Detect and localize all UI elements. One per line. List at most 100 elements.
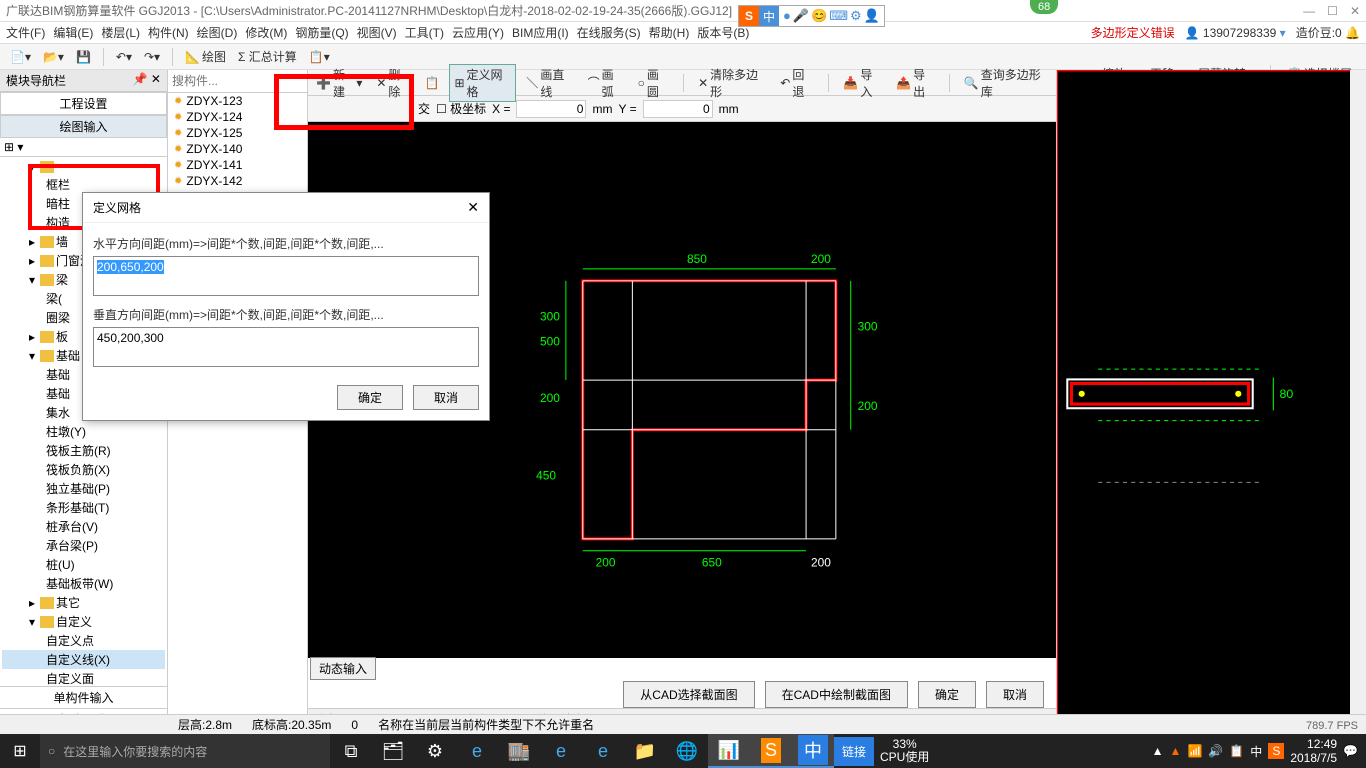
ie-icon[interactable]: e — [582, 734, 624, 768]
import-button[interactable]: 📥 导入 — [839, 65, 886, 101]
ime-indicator[interactable]: 中 — [1250, 743, 1262, 760]
taskbar-search[interactable]: ○ 在这里输入你要搜索的内容 — [40, 734, 330, 768]
menu-file[interactable]: 文件(F) — [6, 24, 45, 41]
menu-bim[interactable]: BIM应用(I) — [512, 24, 569, 41]
ime-icon[interactable]: 😊 — [811, 8, 827, 24]
windows-taskbar: ⊞ ○ 在这里输入你要搜索的内容 ⧉ 🗂 ⚙ e 🏬 e e 📁 🌐 📊 S 中… — [0, 734, 1366, 768]
delete-button[interactable]: ✕ 删除 — [372, 65, 414, 101]
redo-icon[interactable]: ↷▾ — [140, 49, 164, 65]
close-button[interactable]: ✕ — [1350, 4, 1360, 18]
undo-icon[interactable]: ↶▾ — [112, 49, 136, 65]
app-icon[interactable]: 中 — [792, 734, 834, 768]
menu-draw[interactable]: 绘图(D) — [197, 24, 238, 41]
start-button[interactable]: ⊞ — [0, 741, 40, 761]
section-preview-panel[interactable]: 80 — [1056, 70, 1366, 730]
ime-lang[interactable]: 中 — [759, 6, 779, 26]
sum-calc-button[interactable]: Σ 汇总计算 — [234, 47, 301, 66]
explorer-icon[interactable]: 📁 — [624, 734, 666, 768]
new-file-icon[interactable]: 📄▾ — [6, 49, 35, 65]
draw-in-cad-button[interactable]: 在CAD中绘制截面图 — [765, 681, 908, 708]
task-view-icon[interactable]: ⧉ — [330, 734, 372, 768]
maximize-button[interactable]: ☐ — [1327, 4, 1338, 18]
menu-floor[interactable]: 楼层(L) — [101, 24, 140, 41]
tab-single-component[interactable]: 单构件输入 — [0, 686, 167, 708]
ok-button[interactable]: 确定 — [918, 681, 976, 708]
tray-icon[interactable]: 📶 — [1187, 744, 1202, 758]
component-list-item[interactable]: ✹ ZDYX-123 — [168, 93, 307, 109]
app-icon[interactable]: 🗂 — [372, 734, 414, 768]
dialog-cancel-button[interactable]: 取消 — [413, 385, 479, 410]
menu-online[interactable]: 在线服务(S) — [577, 24, 641, 41]
menu-edit[interactable]: 编辑(E) — [53, 24, 93, 41]
ime-icon[interactable]: 👤 — [864, 8, 880, 24]
draw-circle-button[interactable]: ○ 画圆 — [634, 65, 673, 101]
define-grid-button[interactable]: ⊞ 定义网格 — [449, 64, 516, 102]
draw-button[interactable]: 📐 绘图 — [181, 47, 230, 66]
app-icon[interactable]: S — [750, 734, 792, 768]
y-input[interactable] — [643, 100, 713, 118]
draw-arc-button[interactable]: ⌒ 画弧 — [584, 65, 628, 101]
notifications-icon[interactable]: 💬 — [1343, 744, 1358, 758]
cancel-button[interactable]: 取消 — [986, 681, 1044, 708]
polar-checkbox[interactable]: ☐ 极坐标 — [436, 100, 486, 117]
save-icon[interactable]: 💾 — [72, 49, 95, 65]
component-list-item[interactable]: ✹ ZDYX-141 — [168, 157, 307, 173]
component-list-item[interactable]: ✹ ZDYX-142 — [168, 173, 307, 189]
ime-icon[interactable]: ⌨ — [829, 8, 848, 24]
clear-polygon-button[interactable]: ✕ 清除多边形 — [694, 65, 770, 101]
pin-icon[interactable]: 📌 ✕ — [133, 72, 161, 89]
toolbar-more-icon[interactable]: 📋▾ — [305, 49, 334, 65]
app-icon[interactable]: 🌐 — [666, 734, 708, 768]
scrollbar[interactable] — [1350, 70, 1366, 730]
menu-cloud[interactable]: 云应用(Y) — [452, 24, 504, 41]
component-list-item[interactable]: ✹ ZDYX-124 — [168, 109, 307, 125]
edge-icon[interactable]: e — [540, 734, 582, 768]
dynamic-input-button[interactable]: 动态输入 — [310, 657, 376, 680]
ime-icon[interactable]: ⚙ — [850, 8, 862, 24]
minimize-button[interactable]: — — [1303, 4, 1315, 18]
ime-toolbar[interactable]: S 中 ● 🎤 😊 ⌨ ⚙ 👤 — [738, 5, 885, 27]
component-list-item[interactable]: ✹ ZDYX-140 — [168, 141, 307, 157]
menu-help[interactable]: 帮助(H) — [649, 24, 690, 41]
vertical-spacing-input[interactable]: 450,200,300 — [97, 331, 164, 345]
search-polygon-button[interactable]: 🔍 查询多边形库 — [960, 65, 1052, 101]
user-account[interactable]: 👤 13907298339 ▾ — [1185, 26, 1286, 40]
menu-modify[interactable]: 修改(M) — [245, 24, 287, 41]
app-icon[interactable]: 🏬 — [498, 734, 540, 768]
menu-view[interactable]: 视图(V) — [357, 24, 397, 41]
menu-tools[interactable]: 工具(T) — [405, 24, 444, 41]
new-button[interactable]: ➕ 新建 ▾ — [312, 65, 366, 101]
x-input[interactable] — [516, 100, 586, 118]
ggj-app-icon[interactable]: 📊 — [708, 734, 750, 768]
component-list-item[interactable]: ✹ ZDYX-125 — [168, 125, 307, 141]
ime-icon[interactable]: 🎤 — [793, 8, 809, 24]
tray-up-icon[interactable]: ▲ — [1152, 744, 1164, 758]
undo-button[interactable]: ↶ 回退 — [776, 65, 818, 101]
search-components-input[interactable] — [168, 70, 307, 92]
tray-icon[interactable]: 📋 — [1229, 744, 1244, 758]
draw-line-button[interactable]: ＼ 画直线 — [522, 65, 577, 101]
select-from-cad-button[interactable]: 从CAD选择截面图 — [623, 681, 754, 708]
dialog-ok-button[interactable]: 确定 — [337, 385, 403, 410]
menu-rebar[interactable]: 钢筋量(Q) — [295, 24, 348, 41]
clock[interactable]: 12:49 2018/7/5 — [1290, 737, 1337, 766]
ime-icon[interactable]: ● — [783, 8, 791, 24]
app-icon[interactable]: ⚙ — [414, 734, 456, 768]
menu-component[interactable]: 构件(N) — [148, 24, 189, 41]
dialog-close-icon[interactable]: ✕ — [467, 199, 479, 216]
app-icon[interactable]: e — [456, 734, 498, 768]
tree-node: 柱墩(Y) — [2, 422, 165, 441]
volume-icon[interactable]: 🔊 — [1208, 744, 1223, 758]
connection-status[interactable]: 链接 — [834, 737, 874, 766]
sogou-tray-icon[interactable]: S — [1268, 743, 1284, 759]
tab-draw-input[interactable]: 绘图输入 — [0, 115, 167, 138]
tab-project-settings[interactable]: 工程设置 — [0, 92, 167, 115]
cpu-label: CPU使用 — [880, 751, 929, 764]
copy-icon[interactable]: 📋 — [421, 75, 444, 91]
horizontal-spacing-input[interactable]: 200,650,200 — [97, 260, 164, 274]
component-icon: ✹ — [174, 128, 182, 139]
export-button[interactable]: 📤 导出 — [892, 65, 939, 101]
tray-icon[interactable]: ▲ — [1170, 744, 1182, 758]
open-file-icon[interactable]: 📂▾ — [39, 49, 68, 65]
notification-badge[interactable]: 68 — [1030, 0, 1058, 14]
